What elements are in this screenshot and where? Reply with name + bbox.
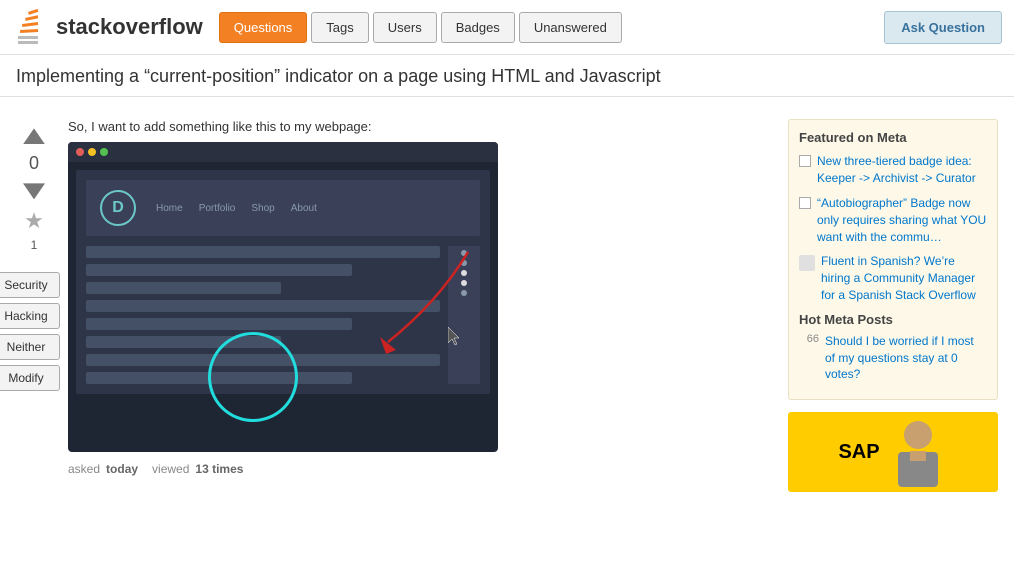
- mock-bar-5: [86, 318, 352, 330]
- hot-item-num: 66: [799, 333, 819, 383]
- question-body-text: So, I want to add something like this to…: [68, 119, 772, 134]
- sap-logo: SAP: [838, 441, 879, 464]
- mock-avatar: D: [100, 190, 136, 226]
- sap-person-icon: [888, 417, 948, 487]
- mock-nav: Home Portfolio Shop About: [156, 203, 317, 214]
- favorite-count: 1: [31, 238, 38, 252]
- vote-up-button[interactable]: [19, 123, 49, 149]
- vote-down-button[interactable]: [19, 178, 49, 204]
- mock-main-content: [86, 246, 440, 384]
- browser-chrome: [68, 142, 498, 162]
- viewed-value: 13 times: [195, 462, 243, 476]
- mock-bar-4: [86, 300, 440, 312]
- hacking-button[interactable]: Hacking: [0, 303, 60, 329]
- featured-link-3[interactable]: Fluent in Spanish? We’re hiring a Commun…: [821, 253, 987, 303]
- featured-item-3: Fluent in Spanish? We’re hiring a Commun…: [799, 253, 987, 303]
- hot-meta-title: Hot Meta Posts: [799, 312, 987, 327]
- nav-unanswered[interactable]: Unanswered: [519, 12, 622, 43]
- mock-bar-7: [86, 354, 440, 366]
- featured-item-1: New three-tiered badge idea: Keeper -> A…: [799, 153, 987, 187]
- vote-column: 0 ★ 1 Security Hacking Neither Modify: [16, 119, 52, 492]
- mock-bar-3: [86, 282, 281, 294]
- nav-questions[interactable]: Questions: [219, 12, 308, 43]
- featured-title: Featured on Meta: [799, 130, 987, 145]
- hot-item-1: 66 Should I be worried if I most of my q…: [799, 333, 987, 383]
- mock-sidebar-panel: [448, 246, 480, 384]
- sap-banner[interactable]: SAP: [788, 412, 998, 492]
- mock-bar-1: [86, 246, 440, 258]
- logo-area: stackoverflow: [12, 8, 203, 46]
- modify-button[interactable]: Modify: [0, 365, 60, 391]
- asked-label: asked: [68, 462, 100, 476]
- featured-item-2: “Autobiographer” Badge now only requires…: [799, 195, 987, 245]
- meta-icon-3: [799, 255, 815, 271]
- mock-bar-2: [86, 264, 352, 276]
- minimize-dot: [88, 148, 96, 156]
- logo-text[interactable]: stackoverflow: [56, 14, 203, 40]
- question-content: So, I want to add something like this to…: [68, 119, 772, 492]
- favorite-star[interactable]: ★: [24, 208, 44, 234]
- ask-question-button[interactable]: Ask Question: [884, 11, 1002, 44]
- neither-button[interactable]: Neither: [0, 334, 60, 360]
- mock-webpage: D Home Portfolio Shop About: [76, 170, 490, 394]
- featured-on-meta-box: Featured on Meta New three-tiered badge …: [788, 119, 998, 400]
- close-dot: [76, 148, 84, 156]
- upvote-arrow-icon: [23, 128, 45, 144]
- checkbox-icon-2: [799, 197, 811, 209]
- screenshot-image: D Home Portfolio Shop About: [68, 142, 498, 452]
- asked-value: today: [106, 462, 138, 476]
- meta-info: asked today viewed 13 times: [68, 462, 772, 476]
- header: stackoverflow Questions Tags Users Badge…: [0, 0, 1014, 55]
- logo-icon: [12, 8, 50, 46]
- main-content: 0 ★ 1 Security Hacking Neither Modify So…: [0, 107, 1014, 504]
- mock-header: D Home Portfolio Shop About: [86, 180, 480, 236]
- hot-item-link[interactable]: Should I be worried if I most of my ques…: [825, 333, 987, 383]
- mock-bar-6: [86, 336, 281, 348]
- main-nav: Questions Tags Users Badges Unanswered: [219, 12, 884, 43]
- mock-bar-8: [86, 372, 352, 384]
- nav-tags[interactable]: Tags: [311, 12, 368, 43]
- downvote-arrow-icon: [23, 183, 45, 199]
- featured-link-2[interactable]: “Autobiographer” Badge now only requires…: [817, 195, 987, 245]
- nav-badges[interactable]: Badges: [441, 12, 515, 43]
- nav-users[interactable]: Users: [373, 12, 437, 43]
- featured-link-1[interactable]: New three-tiered badge idea: Keeper -> A…: [817, 153, 987, 187]
- checkbox-icon-1: [799, 155, 811, 167]
- expand-dot: [100, 148, 108, 156]
- vote-count: 0: [29, 153, 39, 174]
- page-title: Implementing a “current-position” indica…: [0, 55, 1014, 97]
- security-button[interactable]: Security: [0, 272, 60, 298]
- viewed-label: viewed: [152, 462, 189, 476]
- mock-content-area: [86, 246, 480, 384]
- sidebar: Featured on Meta New three-tiered badge …: [788, 119, 998, 492]
